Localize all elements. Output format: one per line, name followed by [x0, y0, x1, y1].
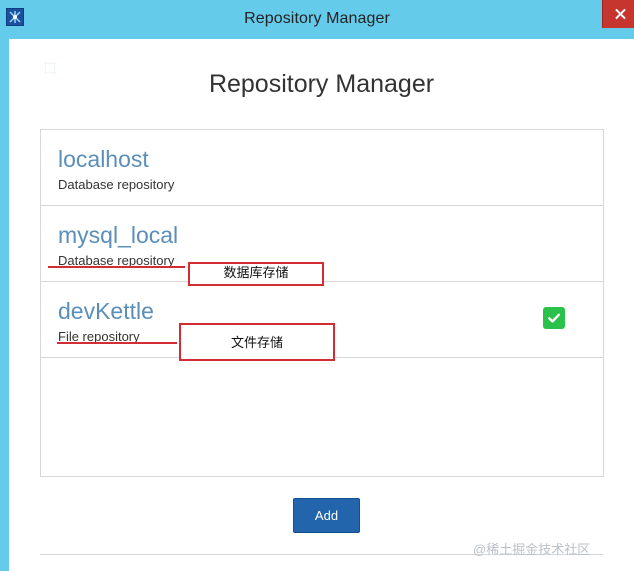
repository-list[interactable]: localhost Database repository mysql_loca… — [40, 129, 604, 477]
database-storage-annotation: 数据库存储 — [188, 262, 324, 286]
repository-item-localhost[interactable]: localhost Database repository — [41, 130, 603, 206]
repository-manager-content: ⌑ Repository Manager localhost Database … — [9, 39, 634, 571]
repository-name: devKettle — [58, 298, 154, 324]
close-icon[interactable] — [602, 0, 634, 28]
file-storage-annotation: 文件存储 — [179, 323, 335, 361]
database-storage-annotation-line — [48, 266, 185, 268]
default-check-icon[interactable] — [543, 307, 565, 329]
site-watermark: @稀土掘金技术社区 — [473, 542, 591, 557]
page-title: Repository Manager — [208, 70, 435, 98]
repository-name: localhost — [58, 146, 149, 172]
repository-name: mysql_local — [58, 222, 179, 248]
window-title: Repository Manager — [244, 10, 390, 27]
window-titlebar[interactable]: Repository Manager — [0, 0, 634, 39]
repository-type: Database repository — [58, 177, 175, 192]
add-repository-button[interactable]: Add — [293, 498, 360, 533]
file-storage-annotation-line — [57, 342, 177, 344]
